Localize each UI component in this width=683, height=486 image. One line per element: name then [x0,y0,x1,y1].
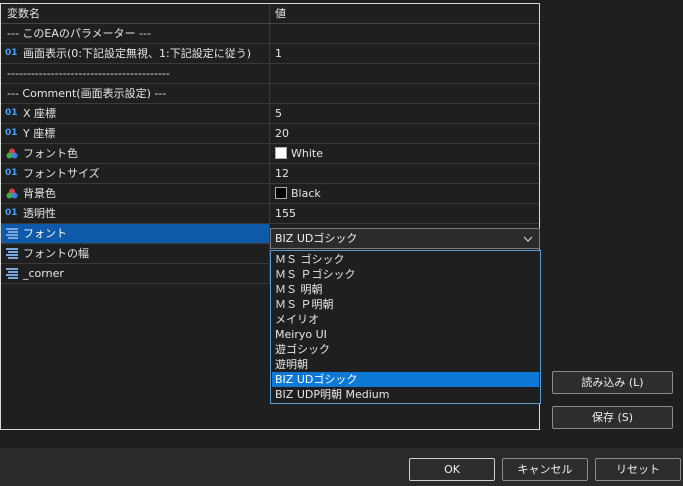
parameter-name-cell[interactable]: --- このEAのパラメーター --- [1,24,270,43]
parameter-value: 5 [275,107,282,120]
grid-row[interactable]: 背景色 Black [1,184,539,204]
reset-button[interactable]: リセット [595,458,681,481]
parameter-name: フォント色 [23,147,78,160]
parameter-name-cell[interactable]: 01 X 座標 [1,104,270,123]
enum-icon [5,224,19,243]
grid-row[interactable]: --- Comment(画面表示設定) --- [1,84,539,104]
int-01-icon: 01 [5,108,18,118]
combobox-value: BIZ UDゴシック [275,232,358,245]
dropdown-option[interactable]: Meiryo UI [272,327,539,342]
parameter-value-cell[interactable] [271,84,539,103]
grid-row[interactable]: 01 Y 座標 20 [1,124,539,144]
int-01-icon: 01 [5,208,18,218]
value-column-header[interactable]: 値 [275,7,286,20]
parameter-name: 画面表示(0:下記設定無視、1:下記設定に従う) [23,47,251,60]
dropdown-option[interactable]: ＭＳ Ｐゴシック [272,267,539,282]
parameter-name-cell[interactable]: フォントの幅 [1,244,270,263]
int-01-icon: 01 [5,48,18,58]
parameter-value-cell[interactable]: 5 [271,104,539,123]
int-01-icon: 01 [5,128,18,138]
parameter-name: Y 座標 [23,127,56,140]
grid-row[interactable]: 01 透明性 155 [1,204,539,224]
parameter-value: 1 [275,47,282,60]
parameter-name-cell[interactable]: _corner [1,264,270,283]
parameter-value-cell[interactable]: 12 [271,164,539,183]
parameter-value-cell[interactable]: Black [271,184,539,203]
parameter-value-cell[interactable]: White [271,144,539,163]
parameter-value: 155 [275,207,296,220]
chevron-down-icon[interactable] [523,229,533,248]
enum-icon [5,244,19,263]
parameter-name: --- Comment(画面表示設定) --- [7,87,167,100]
dropdown-option[interactable]: メイリオ [272,312,539,327]
parameter-name: 透明性 [23,207,56,220]
parameter-value-cell[interactable]: 1 [271,44,539,63]
dropdown-option[interactable]: ＭＳ ゴシック [272,252,539,267]
grid-row[interactable]: 01 X 座標 5 [1,104,539,124]
parameter-name-cell[interactable]: ----------------------------------------… [1,64,270,83]
grid-row[interactable]: 01 フォントサイズ 12 [1,164,539,184]
parameter-name: 背景色 [23,187,56,200]
parameter-name-cell[interactable]: 01 フォントサイズ [1,164,270,183]
color-icon [5,184,19,203]
grid-row[interactable]: 01 画面表示(0:下記設定無視、1:下記設定に従う) 1 [1,44,539,64]
parameter-name: フォントサイズ [23,167,100,180]
parameter-value: 12 [275,167,289,180]
dropdown-option[interactable]: ＭＳ 明朝 [272,282,539,297]
parameter-name-cell[interactable]: --- Comment(画面表示設定) --- [1,84,270,103]
parameter-name-cell[interactable]: 01 Y 座標 [1,124,270,143]
dropdown-option[interactable]: BIZ UDゴシック [272,372,539,387]
parameter-value-cell[interactable]: 155 [271,204,539,223]
color-swatch [275,147,287,159]
load-button[interactable]: 読み込み (L) [552,371,673,394]
parameter-name-cell[interactable]: 01 透明性 [1,204,270,223]
parameter-name: フォントの幅 [23,247,89,260]
parameter-name-cell[interactable]: 01 画面表示(0:下記設定無視、1:下記設定に従う) [1,44,270,63]
dropdown-option[interactable]: 遊明朝 [272,357,539,372]
parameter-name-cell[interactable]: フォント [1,224,270,243]
parameter-value-cell[interactable] [271,64,539,83]
name-column-header[interactable]: 変数名 [1,7,40,20]
parameter-name: _corner [23,267,64,280]
grid-row[interactable]: --- このEAのパラメーター --- [1,24,539,44]
parameter-value: White [291,147,323,160]
parameter-value-cell[interactable] [271,24,539,43]
color-swatch [275,187,287,199]
dropdown-option[interactable]: 遊ゴシック [272,342,539,357]
grid-row[interactable]: ----------------------------------------… [1,64,539,84]
parameter-value-cell[interactable]: 20 [271,124,539,143]
save-button[interactable]: 保存 (S) [552,406,673,429]
parameter-name: フォント [23,227,67,240]
parameter-name-cell[interactable]: フォント色 [1,144,270,163]
dropdown-option[interactable]: ＭＳ Ｐ明朝 [272,297,539,312]
dropdown-option[interactable]: BIZ UDP明朝 Medium [272,387,539,402]
grid-row[interactable]: フォント色 White [1,144,539,164]
font-combobox[interactable]: BIZ UDゴシック [270,228,540,249]
grid-header: 変数名 値 [1,4,539,24]
parameter-name: ----------------------------------------… [7,67,170,80]
parameter-value: 20 [275,127,289,140]
cancel-button[interactable]: キャンセル [502,458,588,481]
int-01-icon: 01 [5,168,18,178]
parameter-value: Black [291,187,321,200]
color-icon [5,144,19,163]
parameter-name: --- このEAのパラメーター --- [7,27,151,40]
ok-button[interactable]: OK [409,458,495,481]
enum-icon [5,264,19,283]
parameter-name: X 座標 [23,107,57,120]
parameter-name-cell[interactable]: 背景色 [1,184,270,203]
font-dropdown-list[interactable]: ＭＳ ゴシック ＭＳ Ｐゴシック ＭＳ 明朝 ＭＳ Ｐ明朝 メイリオ Meiryo UI 遊… [270,250,541,404]
